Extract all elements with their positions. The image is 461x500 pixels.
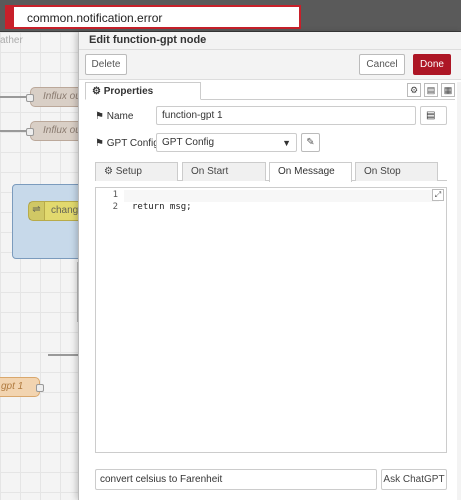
tab-on-stop[interactable]: On Stop (355, 162, 438, 181)
tray-header: Edit function-gpt node (79, 32, 461, 50)
chevron-down-icon: ▼ (282, 138, 291, 148)
wire (48, 354, 78, 356)
name-input[interactable]: function-gpt 1 (156, 106, 416, 125)
change-node[interactable]: ⇌ change (28, 201, 78, 221)
tray-tabs: ⚙ Properties ⚙ ▤ ▦ (85, 82, 455, 100)
function-gpt-node[interactable]: gpt 1 (0, 377, 44, 397)
active-line-highlight (124, 190, 439, 202)
edit-tray: Edit function-gpt node Delete Cancel Don… (78, 32, 461, 500)
description-document-icon[interactable]: ▤ (424, 83, 438, 97)
gpt-config-value: GPT Config (162, 137, 215, 148)
tray-toolbar: Delete Cancel Done (79, 50, 461, 80)
settings-gear-icon[interactable]: ⚙ (407, 83, 421, 97)
gear-icon: ⚙ (92, 86, 101, 97)
function-subtabs: ⚙ Setup On Start On Message On Stop (95, 161, 447, 182)
done-button[interactable]: Done (413, 54, 451, 75)
expand-icon[interactable]: ⤢ (432, 189, 444, 201)
ask-chatgpt-button[interactable]: Ask ChatGPT (381, 469, 447, 490)
tab-on-start[interactable]: On Start (182, 162, 266, 181)
notification-text: common.notification.error (27, 11, 163, 25)
influx-out-node-2[interactable]: Influx ou (26, 121, 78, 141)
edit-config-button[interactable]: ✎ (301, 133, 320, 152)
shuffle-icon: ⇌ (29, 202, 45, 220)
node-label: change (51, 205, 78, 216)
influx-out-node-1[interactable]: Influx ou (26, 87, 78, 107)
config-label-text: GPT Config (106, 138, 159, 149)
tag-icon: ⚑ (95, 138, 104, 149)
input-port[interactable] (26, 94, 34, 102)
selected-group[interactable] (12, 184, 78, 259)
node-label: Influx ou (43, 91, 78, 102)
tray-scrollbar[interactable] (457, 82, 461, 500)
output-port[interactable] (36, 384, 44, 392)
cancel-button[interactable]: Cancel (359, 54, 405, 75)
node-label: Influx ou (43, 125, 78, 136)
name-label-text: Name (106, 111, 134, 122)
header-bar: common.notification.error (0, 0, 461, 32)
config-label: ⚑ GPT Config (95, 138, 159, 149)
gear-icon: ⚙ (104, 166, 113, 177)
error-notification[interactable]: common.notification.error (5, 5, 301, 29)
tag-icon: ⚑ (95, 111, 104, 122)
code-line[interactable]: return msg; (132, 202, 192, 212)
tab-properties-label: Properties (103, 86, 154, 97)
delete-button[interactable]: Delete (85, 54, 127, 75)
line-number: 1 (112, 190, 118, 200)
line-number: 2 (112, 202, 118, 212)
tab-properties[interactable]: ⚙ Properties (85, 82, 201, 100)
input-port[interactable] (26, 128, 34, 136)
chatgpt-prompt-input[interactable]: convert celsius to Farenheit (95, 469, 377, 490)
tab-setup-label: Setup (115, 166, 142, 177)
gpt-config-select[interactable]: GPT Config ▼ (156, 133, 297, 152)
tab-on-message[interactable]: On Message (269, 162, 352, 182)
line-gutter (96, 188, 124, 452)
pencil-icon: ✎ (306, 137, 315, 148)
code-editor[interactable]: 1 2 return msg; ⤢ (95, 187, 447, 453)
icon-picker-button[interactable]: ▤ (420, 106, 447, 125)
name-label: ⚑ Name (95, 111, 133, 122)
workspace-tab-label: ather (0, 35, 23, 46)
notification-accent-bar (7, 7, 14, 27)
tab-setup[interactable]: ⚙ Setup (95, 162, 178, 181)
node-label: gpt 1 (1, 381, 24, 392)
appearance-layout-icon[interactable]: ▦ (441, 83, 455, 97)
book-icon: ▤ (426, 110, 436, 121)
flow-workspace[interactable]: ather Influx ou Influx ou ⇌ change gpt 1 (0, 32, 78, 500)
tray-title: Edit function-gpt node (89, 34, 207, 46)
